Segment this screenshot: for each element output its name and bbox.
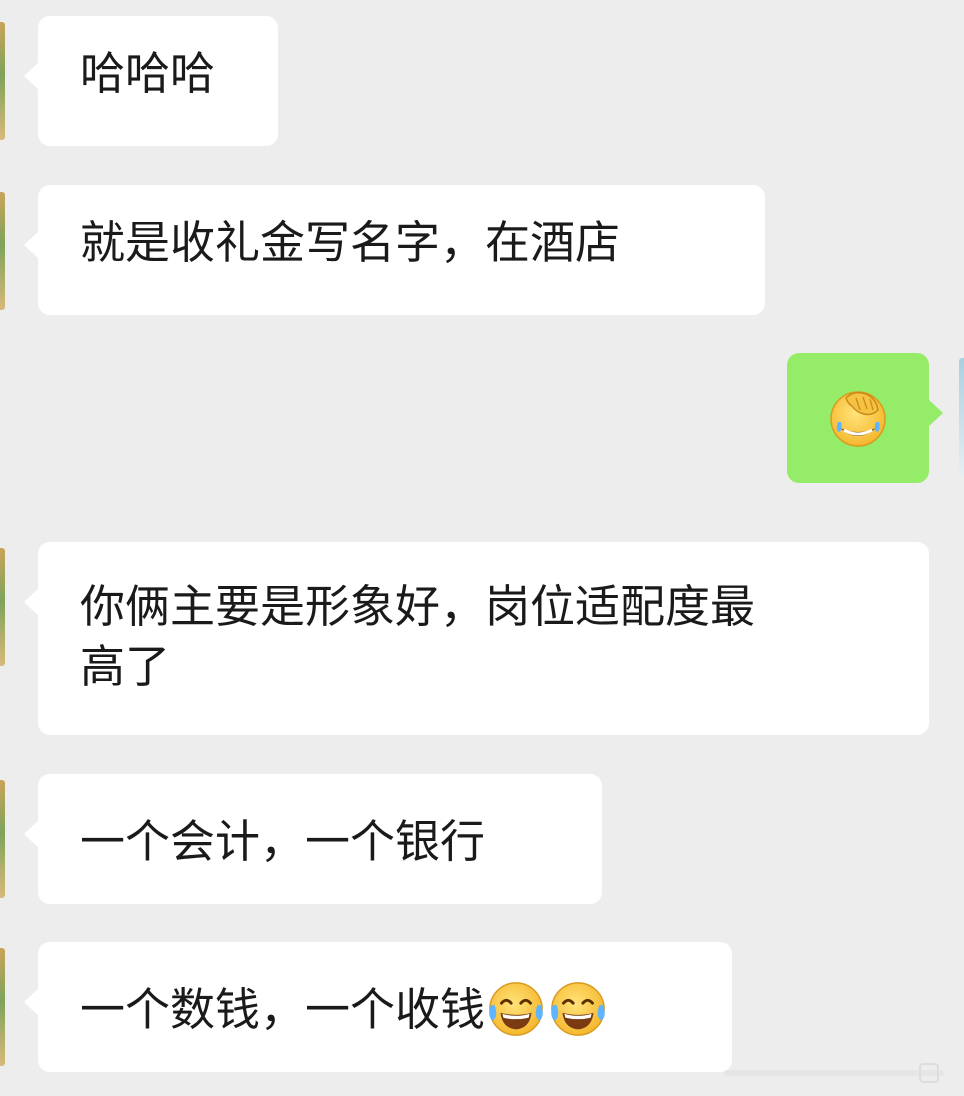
- avatar-self[interactable]: [959, 358, 964, 476]
- message-bubble-5[interactable]: 一个会计，一个银行: [24, 774, 602, 904]
- message-text-2: 就是收礼金写名字，在酒店: [80, 216, 621, 269]
- message-text-6: 一个数钱，一个收钱: [80, 983, 486, 1036]
- tears-of-joy-emoji: [489, 982, 543, 1036]
- avatar-other-1[interactable]: [0, 22, 5, 140]
- watermark: [724, 1063, 944, 1083]
- avatar-other-4[interactable]: [0, 780, 5, 898]
- avatar-other-5[interactable]: [0, 948, 5, 1066]
- tears-of-joy-emoji: [551, 982, 605, 1036]
- message-text-4-line-2: 高了: [80, 640, 171, 693]
- message-text-1: 哈哈哈: [80, 47, 216, 100]
- message-bubble-1[interactable]: 哈哈哈: [24, 16, 278, 146]
- message-bubble-4[interactable]: 你俩主要是形象好，岗位适配度最 高了: [24, 542, 929, 735]
- message-text-5: 一个会计，一个银行: [80, 815, 486, 868]
- message-text-4-line-1: 你俩主要是形象好，岗位适配度最: [80, 580, 756, 633]
- message-bubble-6[interactable]: 一个数钱，一个收钱: [24, 942, 732, 1072]
- avatar-other-2[interactable]: [0, 192, 5, 310]
- face-palm-laughing-emoji: [830, 391, 886, 447]
- avatar-other-3[interactable]: [0, 548, 5, 666]
- message-bubble-self-emoji[interactable]: [787, 353, 943, 483]
- message-bubble-2[interactable]: 就是收礼金写名字，在酒店: [24, 185, 765, 315]
